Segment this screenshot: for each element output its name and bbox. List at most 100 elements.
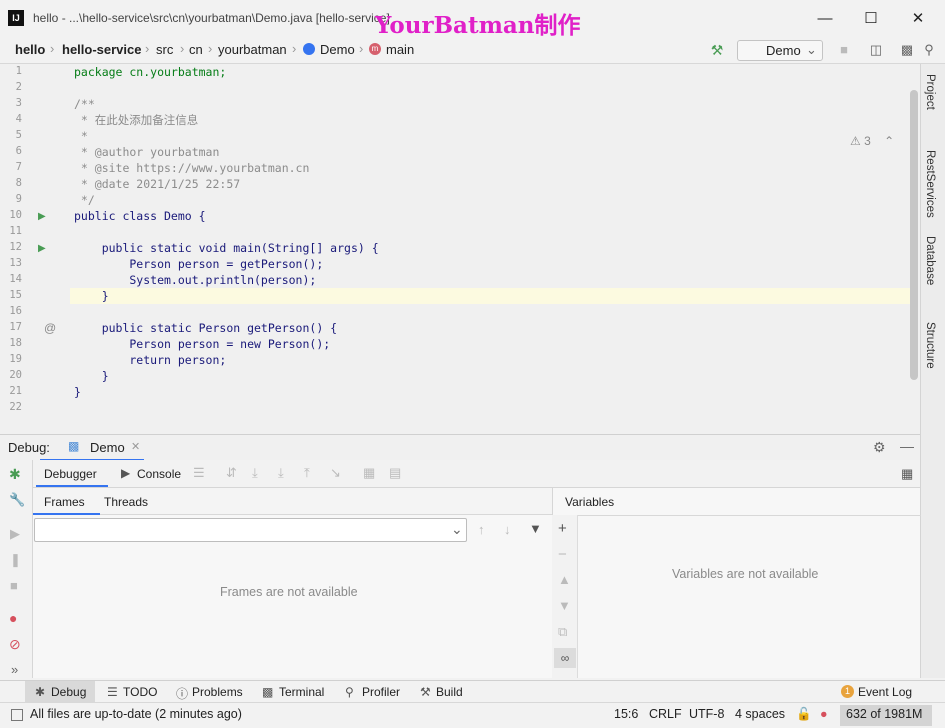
tool-window-bar: ✱ Debug ☰ TODO ⓘ Problems ▩ Terminal ⚲ P… <box>0 680 945 702</box>
tool-window-problems[interactable]: Problems <box>192 685 243 699</box>
maximize-icon[interactable]: ☐ <box>860 8 882 30</box>
breadcrumb-src[interactable]: src <box>156 42 173 57</box>
code-line[interactable]: public static Person getPerson() { <box>74 320 337 336</box>
tab-frames[interactable]: Frames <box>44 495 85 509</box>
tool-window-profiler[interactable]: Profiler <box>362 685 400 699</box>
tool-tab-restservices[interactable]: RestServices <box>924 150 936 218</box>
view-breakpoints-icon[interactable]: ● <box>9 610 17 626</box>
close-tab-icon[interactable]: ✕ <box>131 440 140 453</box>
code-line[interactable]: * 在此处添加备注信息 <box>74 112 198 128</box>
presentation-icon[interactable]: ▩ <box>899 42 915 58</box>
stop-icon[interactable]: ■ <box>10 578 18 593</box>
minimize-icon[interactable]: — <box>814 8 836 30</box>
indent-setting[interactable]: 4 spaces <box>735 707 785 721</box>
project-structure-icon[interactable]: ◫ <box>868 42 884 58</box>
code-line[interactable]: * @author yourbatman <box>74 144 219 160</box>
tool-window-todo[interactable]: TODO <box>123 685 157 699</box>
todo-list-icon: ☰ <box>107 685 118 699</box>
hide-panel-icon[interactable]: — <box>900 438 914 454</box>
code-line[interactable]: Person person = new Person(); <box>74 336 330 352</box>
settings-wrench-icon[interactable]: 🔧 <box>9 492 25 508</box>
run-to-cursor-icon[interactable]: ↘ <box>330 465 341 481</box>
tab-console[interactable]: Console <box>137 467 181 481</box>
breadcrumb-yourbatman[interactable]: yourbatman <box>218 42 287 57</box>
step-into-icon[interactable]: ⤓ <box>278 465 284 481</box>
move-up-icon[interactable]: ▲ <box>558 572 571 587</box>
variables-panel: Variables Variables are not available <box>552 488 921 678</box>
code-line[interactable]: public class Demo { <box>74 208 206 224</box>
mute-breakpoints-icon[interactable]: ⊘ <box>9 636 21 653</box>
pause-icon[interactable]: ❚ <box>10 552 21 568</box>
breadcrumb-demo[interactable]: Demo <box>320 42 355 57</box>
resume-icon[interactable]: ▶ <box>10 526 20 542</box>
code-line[interactable]: public static void main(String[] args) { <box>74 240 379 256</box>
breadcrumb-cn[interactable]: cn <box>189 42 203 57</box>
remove-watch-icon[interactable]: − <box>558 546 567 563</box>
trace-icon[interactable]: ▤ <box>389 465 401 481</box>
line-number: 21 <box>9 385 22 397</box>
run-main-icon[interactable]: ▶ <box>38 243 46 254</box>
code-line[interactable]: } <box>74 288 109 304</box>
code-line[interactable]: return person; <box>74 352 226 368</box>
tool-tab-project[interactable]: Project <box>924 74 936 110</box>
run-class-icon[interactable]: ▶ <box>38 211 46 222</box>
code-line[interactable]: * @site https://www.yourbatman.cn <box>74 160 309 176</box>
evaluate-icon[interactable]: ▦ <box>363 465 375 481</box>
more-icon[interactable]: » <box>11 662 18 677</box>
code-line[interactable]: * <box>74 128 88 144</box>
error-icon[interactable]: ● <box>820 707 828 721</box>
close-icon[interactable]: ✕ <box>907 8 929 30</box>
previous-highlight-icon[interactable]: ⌃ <box>884 134 894 148</box>
tab-debugger[interactable]: Debugger <box>44 467 97 481</box>
line-number: 3 <box>15 97 22 109</box>
code-editor[interactable]: 1 package cn.yourbatman; 2 3 /** 4 * 在此处添加备注信… <box>0 64 920 434</box>
inspection-widget[interactable]: ⚠ 3 ⌃ ⌄ <box>850 134 918 148</box>
code-line[interactable]: Person person = getPerson(); <box>74 256 323 272</box>
line-number: 10 <box>9 209 22 221</box>
frame-down-icon[interactable]: ↓ <box>504 522 511 537</box>
frame-up-icon[interactable]: ↑ <box>478 522 485 537</box>
thread-select[interactable]: ⌄ <box>34 518 467 542</box>
run-configuration-select[interactable]: Demo ⌄ <box>737 40 823 61</box>
gear-icon[interactable]: ⚙ <box>873 439 886 456</box>
status-toggle-icon[interactable] <box>11 709 23 721</box>
build-hammer-icon[interactable]: ⚒ <box>709 42 725 58</box>
code-line[interactable]: package cn.yourbatman; <box>74 64 226 80</box>
move-down-icon[interactable]: ▼ <box>558 598 571 613</box>
tool-tab-structure[interactable]: Structure <box>924 322 936 369</box>
show-watches-icon[interactable]: ∞ <box>554 648 576 668</box>
step-over-icon[interactable]: ⤓ <box>252 465 258 481</box>
show-execution-point-icon[interactable]: ⇵ <box>226 465 237 481</box>
code-line[interactable]: } <box>74 384 81 400</box>
breadcrumb-main[interactable]: main <box>386 42 414 57</box>
tool-window-build[interactable]: Build <box>436 685 463 699</box>
layout-settings-icon[interactable]: ▦ <box>901 466 913 482</box>
tool-window-event-log[interactable]: Event Log <box>858 685 912 699</box>
code-line[interactable]: */ <box>74 192 95 208</box>
tool-tab-database[interactable]: Database <box>924 236 936 285</box>
file-encoding[interactable]: UTF-8 <box>689 707 724 721</box>
breadcrumb-hello[interactable]: hello <box>15 42 45 57</box>
code-line[interactable]: System.out.println(person); <box>74 272 316 288</box>
caret-position[interactable]: 15:6 <box>614 707 638 721</box>
line-separator[interactable]: CRLF <box>649 707 682 721</box>
editor-scrollbar[interactable] <box>910 90 918 380</box>
filter-icon[interactable]: ▼ <box>529 521 542 536</box>
run-config-label: Demo <box>766 43 801 58</box>
breadcrumb-hello-service[interactable]: hello-service <box>62 42 142 57</box>
menu-icon[interactable]: ☰ <box>193 465 205 481</box>
search-icon[interactable]: ⚲ <box>921 42 937 58</box>
code-line[interactable]: * @date 2021/1/25 22:57 <box>74 176 240 192</box>
tool-window-debug[interactable]: Debug <box>51 685 86 699</box>
copy-icon[interactable]: ⧉ <box>558 624 567 640</box>
step-out-icon[interactable]: ⤒ <box>304 465 310 481</box>
code-line[interactable]: /** <box>74 96 95 112</box>
add-watch-icon[interactable]: + <box>558 520 567 537</box>
stop-icon[interactable]: ■ <box>836 42 852 58</box>
tab-threads[interactable]: Threads <box>104 495 148 509</box>
tool-window-terminal[interactable]: Terminal <box>279 685 324 699</box>
debug-session-tab[interactable]: Demo <box>90 440 125 455</box>
console-icon: ▶ <box>121 466 131 480</box>
code-line[interactable]: } <box>74 368 109 384</box>
lock-icon[interactable]: 🔓 <box>796 707 812 722</box>
